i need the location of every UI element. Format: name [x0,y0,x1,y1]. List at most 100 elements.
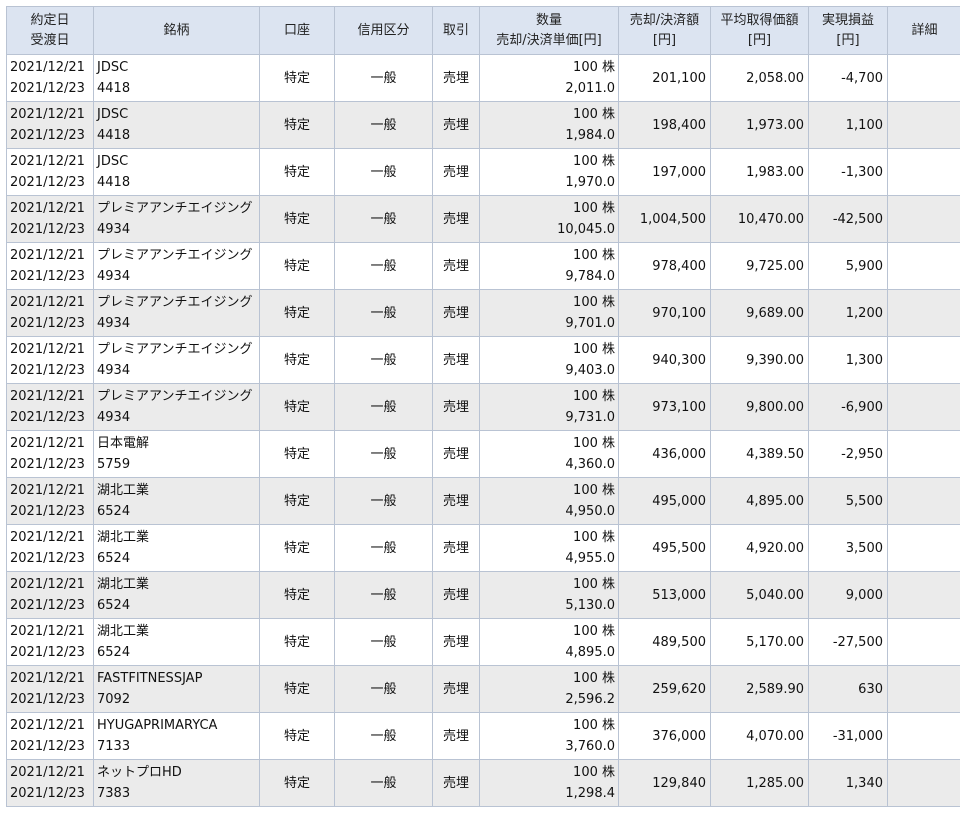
date-cell: 2021/12/21 2021/12/23 [6,571,94,619]
unit-price: 1,984.0 [565,128,615,143]
quantity-cell: 100 株 9,701.0 [479,289,619,337]
proceeds-cell: 129,840 [618,759,711,807]
security-cell: 湖北工業 6524 [93,524,260,572]
security-cell: プレミアアンチエイジング 4934 [93,289,260,337]
date-cell: 2021/12/21 2021/12/23 [6,336,94,384]
quantity: 100 株 [573,530,615,545]
proceeds-cell: 978,400 [618,242,711,290]
account-cell: 特定 [259,289,335,337]
trade-type-cell: 売埋 [432,759,480,807]
realized-pl-cell: 5,900 [808,242,888,290]
trade-date: 2021/12/21 [10,436,85,451]
trade-type-cell: 売埋 [432,101,480,149]
col-header-quantity[interactable]: 数量 売却/決済単価[円] [479,6,619,55]
account-cell: 特定 [259,712,335,760]
security-cell: JDSC 4418 [93,101,260,149]
trade-type-cell: 売埋 [432,383,480,431]
security-cell: 湖北工業 6524 [93,571,260,619]
security-cell: 湖北工業 6524 [93,618,260,666]
col-header-margin-type[interactable]: 信用区分 [334,6,433,55]
quantity-cell: 100 株 4,360.0 [479,430,619,478]
margin-type-cell: 一般 [334,759,433,807]
proceeds-cell: 197,000 [618,148,711,196]
date-cell: 2021/12/21 2021/12/23 [6,289,94,337]
trade-date: 2021/12/21 [10,483,85,498]
detail-cell [887,195,960,243]
quantity-cell: 100 株 1,970.0 [479,148,619,196]
col-header-realized-pl[interactable]: 実現損益 [円] [808,6,888,55]
avg-cost-cell: 4,070.00 [710,712,809,760]
date-cell: 2021/12/21 2021/12/23 [6,430,94,478]
margin-type-cell: 一般 [334,665,433,713]
security-name: 湖北工業 [97,577,150,592]
security-code: 6524 [97,645,131,660]
trade-date: 2021/12/21 [10,577,85,592]
quantity: 100 株 [573,436,615,451]
trade-date: 2021/12/21 [10,671,85,686]
security-code: 7133 [97,739,131,754]
realized-pl-cell: 9,000 [808,571,888,619]
proceeds-cell: 436,000 [618,430,711,478]
security-code: 6524 [97,551,131,566]
unit-price: 9,731.0 [565,410,615,425]
trade-type-cell: 売埋 [432,712,480,760]
trade-type-cell: 売埋 [432,524,480,572]
margin-type-cell: 一般 [334,242,433,290]
quantity: 100 株 [573,201,615,216]
col-header-avg-cost[interactable]: 平均取得価額 [円] [710,6,809,55]
table-row: 2021/12/21 2021/12/23 JDSC 4418 特定 一般 売埋 100 株1… [6,101,960,149]
detail-cell [887,383,960,431]
unit-price: 9,784.0 [565,269,615,284]
trade-type-cell: 売埋 [432,289,480,337]
security-cell: 日本電解 5759 [93,430,260,478]
trade-type-cell: 売埋 [432,336,480,384]
date-cell: 2021/12/21 2021/12/23 [6,101,94,149]
table-row: 2021/12/21 2021/12/23 プレミアアンチエイジング 4934 特定 一般… [6,242,960,290]
security-cell: JDSC 4418 [93,148,260,196]
table-row: 2021/12/21 2021/12/23 HYUGAPRIMARYCA 7133 特定… [6,712,960,760]
settle-date: 2021/12/23 [10,128,85,143]
table-row: 2021/12/21 2021/12/23 湖北工業 6524 特定 一般 売埋 100 株4… [6,477,960,525]
account-cell: 特定 [259,148,335,196]
quantity: 100 株 [573,248,615,263]
col-header-security[interactable]: 銘柄 [93,6,260,55]
security-cell: FASTFITNESSJAP 7092 [93,665,260,713]
realized-pl-cell: -1,300 [808,148,888,196]
unit-price: 3,760.0 [565,739,615,754]
quantity: 100 株 [573,342,615,357]
col-header-account[interactable]: 口座 [259,6,335,55]
security-cell: ネットプロHD 7383 [93,759,260,807]
security-cell: 湖北工業 6524 [93,477,260,525]
margin-type-cell: 一般 [334,712,433,760]
col-header-dates[interactable]: 約定日 受渡日 [6,6,94,55]
avg-cost-cell: 1,285.00 [710,759,809,807]
trade-type-cell: 売埋 [432,54,480,102]
trade-date: 2021/12/21 [10,718,85,733]
table-row: 2021/12/21 2021/12/23 プレミアアンチエイジング 4934 特定 一般… [6,195,960,243]
table-row: 2021/12/21 2021/12/23 湖北工業 6524 特定 一般 売埋 100 株4… [6,618,960,666]
quantity: 100 株 [573,718,615,733]
margin-type-cell: 一般 [334,289,433,337]
quantity-cell: 100 株 9,784.0 [479,242,619,290]
settle-date: 2021/12/23 [10,551,85,566]
col-header-trade[interactable]: 取引 [432,6,480,55]
trade-type-cell: 売埋 [432,477,480,525]
margin-type-cell: 一般 [334,101,433,149]
margin-type-cell: 一般 [334,524,433,572]
margin-type-cell: 一般 [334,618,433,666]
settle-date: 2021/12/23 [10,598,85,613]
settle-date: 2021/12/23 [10,645,85,660]
security-code: 5759 [97,457,131,472]
margin-type-cell: 一般 [334,430,433,478]
quantity: 100 株 [573,154,615,169]
unit-price: 9,403.0 [565,363,615,378]
col-header-proceeds[interactable]: 売却/決済額 [円] [618,6,711,55]
trade-date: 2021/12/21 [10,60,85,75]
trade-date: 2021/12/21 [10,201,85,216]
quantity-cell: 100 株 1,298.4 [479,759,619,807]
proceeds-cell: 940,300 [618,336,711,384]
proceeds-cell: 495,500 [618,524,711,572]
proceeds-cell: 973,100 [618,383,711,431]
security-code: 6524 [97,598,131,613]
security-code: 7383 [97,786,131,801]
